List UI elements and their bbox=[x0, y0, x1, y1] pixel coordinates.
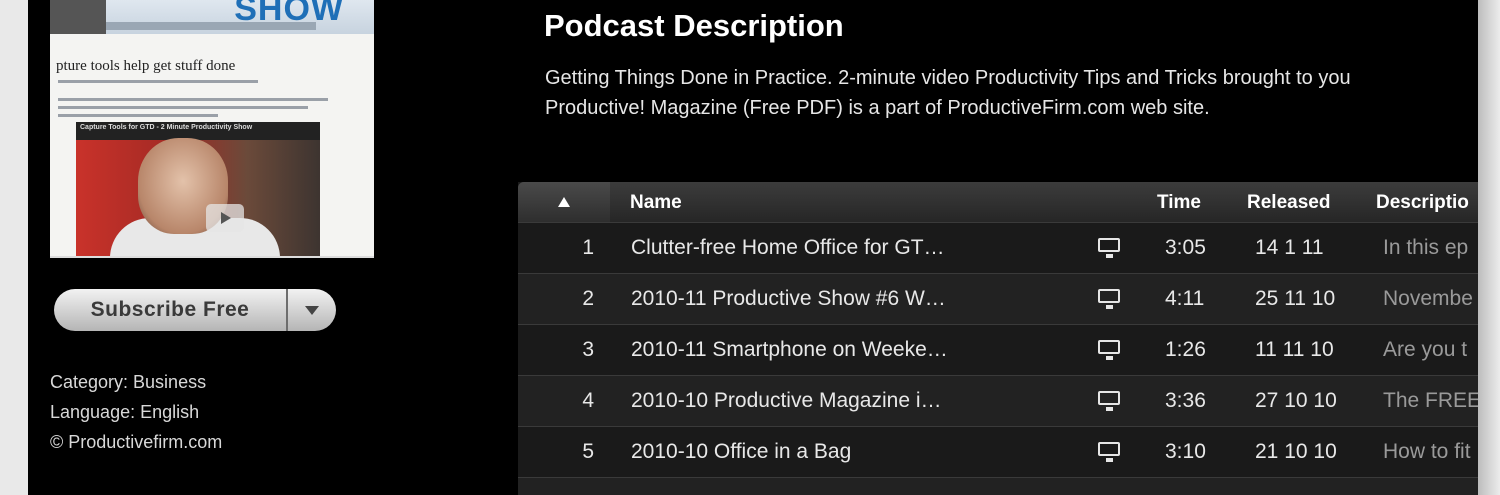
sort-column-header[interactable] bbox=[518, 182, 610, 222]
language-label: Language: English bbox=[50, 402, 200, 422]
artwork-text-line bbox=[58, 98, 328, 101]
column-header-description[interactable]: Descriptio bbox=[1376, 192, 1469, 214]
row-number: 2 bbox=[582, 287, 594, 310]
table-row bbox=[518, 477, 1478, 495]
episode-time: 4:11 bbox=[1165, 287, 1205, 310]
episode-description: Novembe bbox=[1383, 287, 1473, 310]
video-title-bar: Capture Tools for GTD - 2 Minute Product… bbox=[76, 122, 320, 140]
episode-time: 3:10 bbox=[1165, 440, 1206, 463]
play-icon bbox=[206, 204, 244, 232]
artwork-video-thumbnail: Capture Tools for GTD - 2 Minute Product… bbox=[76, 122, 320, 256]
artwork-text-line bbox=[58, 80, 258, 83]
window-edge-shadow bbox=[1478, 0, 1500, 495]
episode-name: 2010-10 Productive Magazine i… bbox=[631, 389, 942, 412]
episode-released: 14 1 11 bbox=[1255, 236, 1324, 259]
artwork-text-line bbox=[58, 114, 218, 117]
row-number: 3 bbox=[582, 338, 594, 361]
row-number: 5 bbox=[582, 440, 594, 463]
column-header-time[interactable]: Time bbox=[1157, 192, 1201, 214]
description-line-1: Getting Things Done in Practice. 2-minut… bbox=[545, 67, 1351, 89]
chevron-down-icon bbox=[305, 305, 319, 315]
sort-ascending-icon bbox=[558, 197, 570, 207]
video-title: Capture Tools for GTD - 2 Minute Product… bbox=[80, 124, 253, 131]
table-row[interactable]: 2 2010-11 Productive Show #6 W… 4:11 25 … bbox=[518, 273, 1478, 324]
video-tv-icon bbox=[1098, 289, 1120, 309]
table-row[interactable]: 4 2010-10 Productive Magazine i… 3:36 27… bbox=[518, 375, 1478, 426]
description-line-2: Productive! Magazine (Free PDF) is a par… bbox=[545, 97, 1210, 119]
episode-table: Name Time Released Descriptio 1 Clutter-… bbox=[518, 182, 1478, 495]
episode-description: Are you t bbox=[1383, 338, 1468, 361]
episode-time: 1:26 bbox=[1165, 338, 1206, 361]
table-header: Name Time Released Descriptio bbox=[518, 182, 1478, 222]
episode-released: 11 11 10 bbox=[1255, 338, 1334, 361]
episode-description: How to fit bbox=[1383, 440, 1471, 463]
itunes-podcast-page: SHOW pture tools help get stuff done Cap… bbox=[28, 0, 1478, 495]
row-number: 4 bbox=[582, 389, 594, 412]
episode-description: The FREE bbox=[1383, 389, 1478, 412]
episode-time: 3:36 bbox=[1165, 389, 1206, 412]
video-tv-icon bbox=[1098, 391, 1120, 411]
episode-released: 21 10 10 bbox=[1255, 440, 1337, 463]
category-label: Category: Business bbox=[50, 372, 207, 392]
artwork-heading: pture tools help get stuff done bbox=[56, 58, 236, 74]
video-tv-icon bbox=[1098, 238, 1120, 258]
episode-name: 2010-10 Office in a Bag bbox=[631, 440, 852, 463]
subscribe-button[interactable]: Subscribe Free bbox=[54, 289, 336, 331]
episode-time: 3:05 bbox=[1165, 236, 1206, 259]
subscribe-label: Subscribe Free bbox=[90, 298, 250, 321]
video-tv-icon bbox=[1098, 442, 1120, 462]
column-header-released[interactable]: Released bbox=[1247, 192, 1330, 214]
table-row[interactable]: 1 Clutter-free Home Office for GT… 3:05 … bbox=[518, 222, 1478, 273]
episode-released: 25 11 10 bbox=[1255, 287, 1336, 310]
artwork-text-line bbox=[58, 106, 308, 109]
artwork-show-text: SHOW bbox=[234, 0, 344, 28]
artwork-tab bbox=[50, 0, 106, 34]
column-header-name[interactable]: Name bbox=[630, 192, 682, 214]
row-number: 1 bbox=[582, 236, 594, 259]
episode-name: 2010-11 Smartphone on Weeke… bbox=[631, 338, 948, 361]
table-row[interactable]: 5 2010-10 Office in a Bag 3:10 21 10 10 … bbox=[518, 426, 1478, 477]
episode-name: 2010-11 Productive Show #6 W… bbox=[631, 287, 946, 310]
subscribe-dropdown-button[interactable] bbox=[288, 289, 336, 331]
video-tv-icon bbox=[1098, 340, 1120, 360]
podcast-artwork[interactable]: SHOW pture tools help get stuff done Cap… bbox=[50, 0, 374, 258]
episode-description: In this ep bbox=[1383, 236, 1469, 259]
table-row[interactable]: 3 2010-11 Smartphone on Weeke… 1:26 11 1… bbox=[518, 324, 1478, 375]
copyright-label: © Productivefirm.com bbox=[50, 432, 223, 452]
episode-released: 27 10 10 bbox=[1255, 389, 1337, 412]
description-title: Podcast Description bbox=[544, 8, 844, 43]
episode-name: Clutter-free Home Office for GT… bbox=[631, 236, 945, 259]
